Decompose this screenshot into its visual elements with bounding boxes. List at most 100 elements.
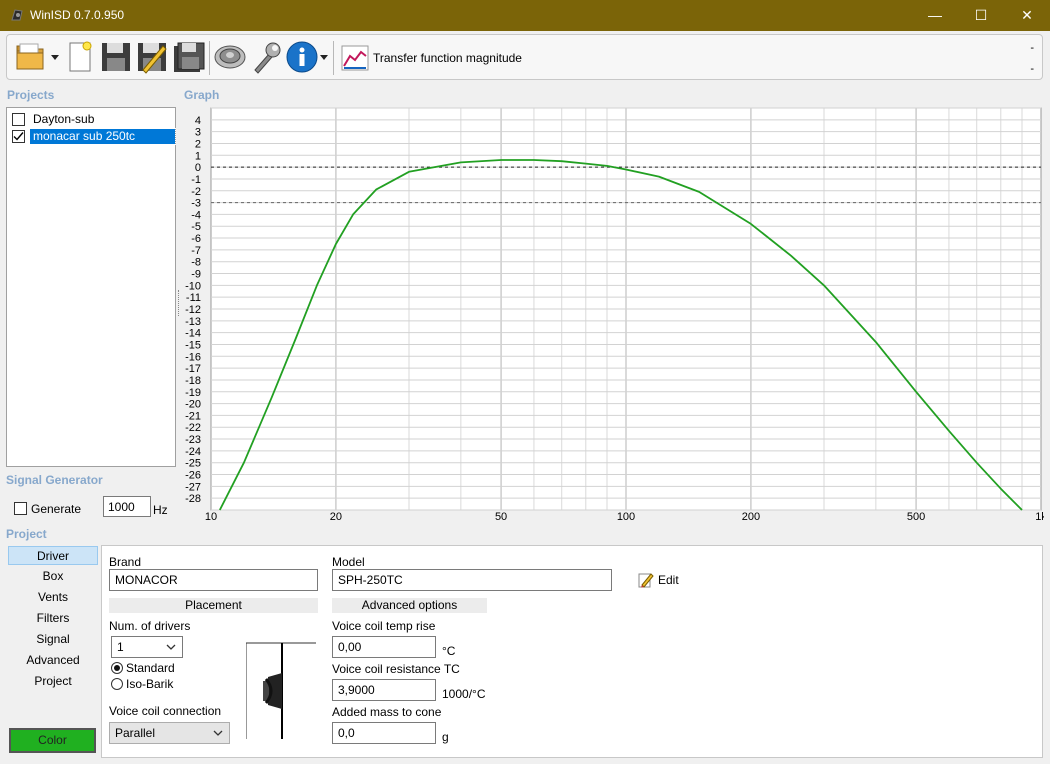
y-tick-label: -9 bbox=[191, 269, 201, 281]
y-tick-label: 1 bbox=[195, 150, 201, 162]
y-tick-label: -27 bbox=[185, 481, 201, 493]
num-drivers-select[interactable]: 1 bbox=[111, 636, 183, 658]
chevron-down-icon bbox=[166, 644, 176, 650]
generate-checkbox[interactable] bbox=[14, 502, 27, 515]
save-all-icon[interactable] bbox=[171, 40, 205, 74]
close-icon: ✕ bbox=[1021, 7, 1033, 23]
y-tick-labels: 43210-1-2-3-4-5-6-7-8-9-10-11-12-13-14-1… bbox=[185, 115, 201, 505]
y-tick-label: -8 bbox=[191, 257, 201, 269]
added-mass-label: Added mass to cone bbox=[332, 705, 442, 719]
options-wrench-icon[interactable] bbox=[249, 40, 283, 74]
nav-item-project[interactable]: Project bbox=[8, 672, 98, 691]
y-tick-label: -16 bbox=[185, 351, 201, 363]
driver-panel: Brand Model Edit Placement Advanced opti… bbox=[101, 545, 1043, 758]
generate-label: Generate bbox=[31, 502, 82, 516]
isobarik-radio[interactable] bbox=[111, 678, 123, 690]
edit-pencil-icon[interactable] bbox=[638, 572, 654, 588]
y-tick-label: -28 bbox=[185, 493, 201, 505]
y-tick-label: -12 bbox=[185, 304, 201, 316]
splitter-grip[interactable] bbox=[178, 290, 180, 316]
x-tick-label: 100 bbox=[617, 511, 635, 523]
nav-item-filters[interactable]: Filters bbox=[8, 609, 98, 628]
vc-temp-input[interactable] bbox=[332, 636, 436, 658]
added-mass-input[interactable] bbox=[332, 722, 436, 744]
y-tick-label: 3 bbox=[195, 127, 201, 139]
nav-item-advanced[interactable]: Advanced bbox=[8, 651, 98, 670]
vc-connection-select[interactable]: Parallel bbox=[109, 722, 230, 744]
brand-label: Brand bbox=[109, 555, 142, 569]
vc-connection-label: Voice coil connection bbox=[109, 704, 222, 718]
y-tick-label: -4 bbox=[191, 209, 201, 221]
y-tick-label: -18 bbox=[185, 375, 201, 387]
open-folder-icon[interactable] bbox=[14, 40, 48, 74]
maximize-icon: ☐ bbox=[974, 7, 988, 23]
maximize-button[interactable]: ☐ bbox=[958, 0, 1004, 31]
nav-item-vents[interactable]: Vents bbox=[8, 588, 98, 607]
graph-type-label[interactable]: Transfer function magnitude bbox=[373, 51, 522, 65]
save-icon[interactable] bbox=[99, 40, 133, 74]
nav-item-box[interactable]: Box bbox=[8, 567, 98, 586]
open-dropdown-arrow-icon[interactable] bbox=[51, 55, 59, 61]
x-tick-label: 200 bbox=[742, 511, 760, 523]
y-tick-label: -17 bbox=[185, 363, 201, 375]
project-name: Dayton-sub bbox=[33, 112, 95, 126]
signal-generator-section-title: Signal Generator bbox=[6, 473, 103, 487]
projects-section-title: Projects bbox=[7, 88, 55, 102]
window-title: WinISD 0.7.0.950 bbox=[30, 8, 125, 22]
project-item[interactable]: Dayton-sub bbox=[9, 111, 174, 127]
y-tick-label: -25 bbox=[185, 458, 201, 470]
driver-editor-icon[interactable] bbox=[213, 40, 247, 74]
minimize-icon: — bbox=[928, 7, 942, 23]
y-tick-label: 2 bbox=[195, 138, 201, 150]
brand-input[interactable] bbox=[109, 569, 318, 591]
y-tick-label: -1 bbox=[191, 174, 201, 186]
num-drivers-label: Num. of drivers bbox=[109, 619, 191, 633]
y-tick-label: -26 bbox=[185, 470, 201, 482]
isobarik-label: Iso-Barik bbox=[126, 677, 174, 691]
project-name: monacar sub 250tc bbox=[29, 128, 176, 145]
info-icon[interactable] bbox=[285, 40, 319, 74]
color-button[interactable]: Color bbox=[9, 728, 96, 753]
y-tick-label: -21 bbox=[185, 410, 201, 422]
transfer-function-graph[interactable]: 43210-1-2-3-4-5-6-7-8-9-10-11-12-13-14-1… bbox=[180, 104, 1044, 526]
y-tick-label: -11 bbox=[186, 292, 201, 304]
toolbar: Transfer function magnitude - - bbox=[6, 34, 1043, 80]
y-tick-label: -6 bbox=[191, 233, 201, 245]
info-dropdown-arrow-icon[interactable] bbox=[320, 55, 328, 61]
signal-frequency-input[interactable] bbox=[103, 496, 151, 517]
y-tick-label: -10 bbox=[185, 280, 201, 292]
close-button[interactable]: ✕ bbox=[1004, 0, 1050, 31]
edit-button-label[interactable]: Edit bbox=[658, 573, 679, 587]
chevron-down-icon bbox=[213, 730, 223, 736]
nav-item-signal[interactable]: Signal bbox=[8, 630, 98, 649]
graph-section-title: Graph bbox=[184, 88, 220, 102]
y-tick-label: 4 bbox=[195, 115, 201, 127]
model-input[interactable] bbox=[332, 569, 612, 591]
placement-header: Placement bbox=[109, 598, 318, 613]
vc-resistance-input[interactable] bbox=[332, 679, 436, 701]
project-checkbox[interactable] bbox=[12, 130, 25, 143]
x-tick-label: 500 bbox=[907, 511, 925, 523]
advanced-options-header: Advanced options bbox=[332, 598, 487, 613]
projects-list[interactable]: Dayton-sub monacar sub 250tc bbox=[6, 107, 176, 467]
save-as-icon[interactable] bbox=[135, 40, 169, 74]
y-tick-label: -14 bbox=[185, 328, 201, 340]
graph-type-icon[interactable] bbox=[338, 40, 372, 74]
project-checkbox[interactable] bbox=[12, 113, 25, 126]
nav-item-driver[interactable]: Driver bbox=[8, 546, 98, 565]
toolbar-dash-top: - bbox=[1030, 42, 1034, 54]
minimize-button[interactable]: — bbox=[912, 0, 958, 31]
y-tick-label: -22 bbox=[185, 422, 201, 434]
new-project-icon[interactable] bbox=[63, 40, 97, 74]
driver-placement-preview bbox=[246, 642, 316, 739]
vc-resistance-unit: 1000/°C bbox=[442, 687, 486, 701]
vc-resistance-label: Voice coil resistance TC bbox=[332, 662, 460, 676]
title-bar: WinISD 0.7.0.950 — ☐ ✕ bbox=[0, 0, 1050, 31]
project-item[interactable]: monacar sub 250tc bbox=[9, 128, 176, 145]
model-label: Model bbox=[332, 555, 365, 569]
y-tick-label: -19 bbox=[185, 387, 201, 399]
y-tick-label: -20 bbox=[185, 399, 201, 411]
project-nav: Driver Box Vents Filters Signal Advanced… bbox=[6, 545, 100, 759]
y-tick-label: -24 bbox=[185, 446, 201, 458]
standard-radio[interactable] bbox=[111, 662, 123, 674]
